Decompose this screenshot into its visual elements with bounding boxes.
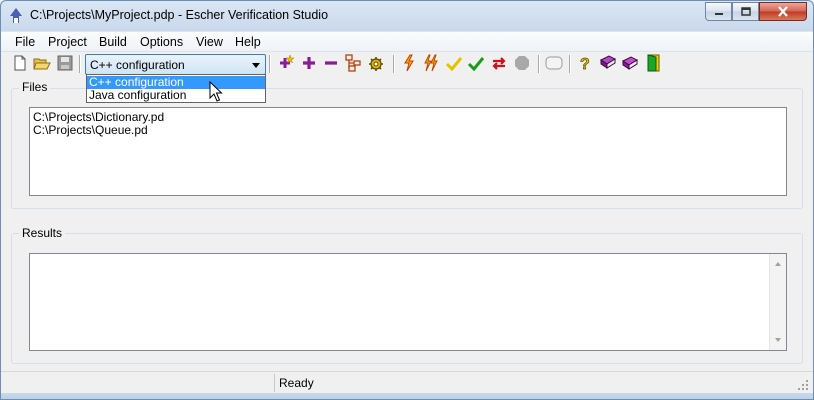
- toolbar-separator: [393, 55, 395, 73]
- new-file-icon[interactable]: [11, 54, 29, 72]
- resize-grip-icon[interactable]: [797, 379, 809, 391]
- hierarchy-icon[interactable]: [344, 54, 362, 72]
- add-star-icon[interactable]: [277, 54, 295, 72]
- menu-view[interactable]: View: [194, 34, 225, 50]
- title-bar: C:\Projects\MyProject.pdp - Escher Verif…: [1, 1, 813, 31]
- configuration-select[interactable]: C++ configuration: [85, 54, 266, 75]
- status-pane-left: [1, 374, 275, 392]
- stop-icon[interactable]: [513, 54, 531, 72]
- results-scrollbar[interactable]: [769, 254, 786, 350]
- app-icon[interactable]: [7, 7, 25, 25]
- check-icon[interactable]: [445, 54, 463, 72]
- add-plus-icon[interactable]: [300, 54, 318, 72]
- exit-icon[interactable]: [645, 54, 663, 72]
- close-icon: [778, 6, 788, 17]
- mouse-cursor-icon: [209, 81, 223, 102]
- menu-options[interactable]: Options: [138, 34, 185, 50]
- window-title: C:\Projects\MyProject.pdp - Escher Verif…: [30, 8, 329, 22]
- files-list[interactable]: C:\Projects\Dictionary.pd C:\Projects\Qu…: [29, 107, 787, 196]
- open-folder-icon[interactable]: [33, 54, 51, 72]
- list-item[interactable]: C:\Projects\Queue.pd: [33, 124, 148, 137]
- menu-project[interactable]: Project: [46, 34, 89, 50]
- help-icon[interactable]: ?: [576, 54, 594, 72]
- results-box[interactable]: [29, 253, 787, 351]
- gear-icon[interactable]: [367, 54, 385, 72]
- menu-file[interactable]: File: [13, 34, 37, 50]
- svg-text:?: ?: [580, 56, 590, 72]
- minimize-button[interactable]: [705, 2, 732, 21]
- configuration-dropdown-list: C++ configuration Java configuration: [86, 74, 266, 103]
- reverify-icon[interactable]: [490, 54, 508, 72]
- maximize-icon: [740, 6, 751, 16]
- status-bar: Ready: [1, 371, 813, 393]
- files-group-label: Files: [19, 80, 51, 94]
- menu-help[interactable]: Help: [233, 34, 263, 50]
- results-group-label: Results: [19, 226, 66, 240]
- toolbar-separator: [569, 55, 571, 73]
- maximize-button[interactable]: [732, 2, 759, 21]
- toolbar-separator: [538, 55, 540, 73]
- configuration-select-value: C++ configuration: [90, 58, 185, 72]
- remove-minus-icon[interactable]: [322, 54, 340, 72]
- verify-icon[interactable]: [467, 54, 485, 72]
- toolbar-separator: [269, 55, 271, 73]
- build-icon[interactable]: [400, 54, 418, 72]
- save-icon[interactable]: [56, 54, 74, 72]
- toolbar: C++ configuration ?: [1, 53, 813, 75]
- window-bottom-edge: [1, 393, 813, 399]
- dropdown-option-java[interactable]: Java configuration: [87, 89, 265, 102]
- close-button[interactable]: [759, 2, 807, 21]
- menu-bar: File Project Build Options View Help: [1, 32, 813, 52]
- scroll-down-arrow-icon[interactable]: [775, 338, 781, 342]
- chevron-down-icon: [252, 63, 260, 68]
- menu-build[interactable]: Build: [97, 34, 129, 50]
- build-all-icon[interactable]: [422, 54, 440, 72]
- scroll-up-arrow-icon[interactable]: [775, 262, 781, 266]
- book-icon[interactable]: [599, 54, 617, 72]
- minimize-icon: [714, 12, 723, 15]
- books-icon[interactable]: [621, 54, 639, 72]
- app-window: C:\Projects\MyProject.pdp - Escher Verif…: [0, 0, 814, 400]
- toolbar-separator: [79, 55, 81, 73]
- status-text: Ready: [279, 376, 314, 390]
- blank-icon[interactable]: [545, 54, 563, 72]
